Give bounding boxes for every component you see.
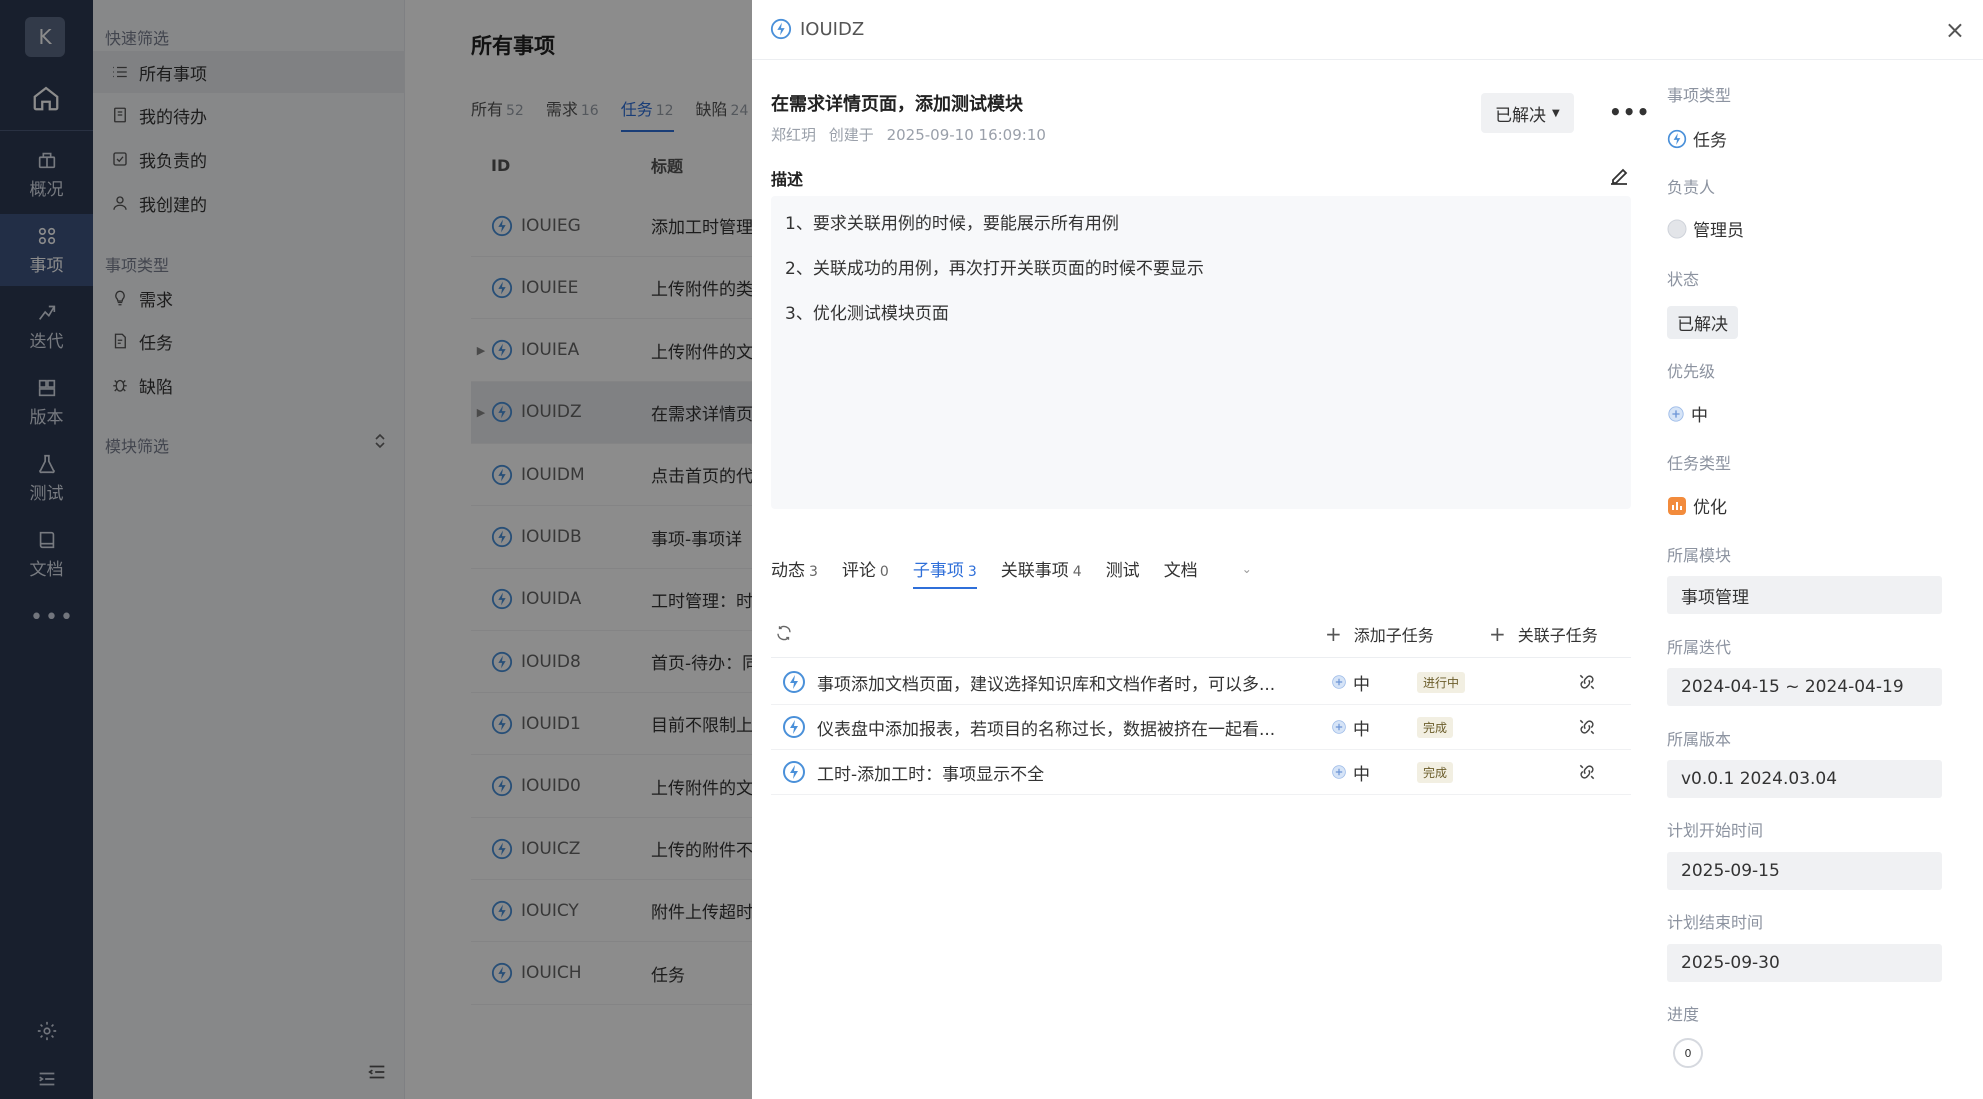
sub-issue-priority[interactable]: 中	[1317, 670, 1417, 695]
task-icon-cell	[771, 760, 817, 784]
sub-issue-row[interactable]: 事项添加文档页面，建议选择知识库和文档作者时，可以多... 中 进行中	[771, 660, 1631, 705]
unlink-icon[interactable]	[1557, 762, 1617, 782]
priority-label: 优先级	[1667, 362, 1716, 381]
detail-main: 在需求详情页面，添加测试模块 郑红玥 创建于 2025-09-10 16:09:…	[771, 60, 1649, 1099]
chevron-down-icon[interactable]: ⌄	[1242, 562, 1252, 576]
created-label: 创建于	[828, 126, 874, 144]
overlay-mask[interactable]	[0, 0, 752, 1099]
plan-start-label: 计划开始时间	[1667, 821, 1764, 840]
tab-comments[interactable]: 评论 0	[842, 556, 889, 581]
description-label: 描述	[771, 170, 804, 189]
tab-linked-issues[interactable]: 关联事项 4	[1001, 556, 1082, 581]
status-label: 状态	[1667, 270, 1700, 289]
tab-sub-issues[interactable]: 子事项 3	[912, 556, 977, 589]
author: 郑红玥	[771, 126, 817, 144]
type-label: 事项类型	[1667, 86, 1732, 105]
avatar	[1667, 219, 1687, 238]
tab-test[interactable]: 测试	[1106, 556, 1140, 581]
sub-issue-title[interactable]: 仪表盘中添加报表，若项目的名称过长，数据被挤在一起看...	[817, 715, 1317, 740]
sub-issue-title[interactable]: 事项添加文档页面，建议选择知识库和文档作者时，可以多...	[817, 670, 1317, 695]
drawer-header: IOUIDZ ×	[752, 0, 1983, 60]
description-content[interactable]: 1、要求关联用例的时候，要能展示所有用例 2、关联成功的用例，再次打开关联页面的…	[771, 196, 1631, 509]
drawer-issue-id: IOUIDZ	[770, 18, 864, 40]
plus-icon: +	[1489, 622, 1506, 646]
link-child-task-button[interactable]: + 关联子任务	[1489, 622, 1598, 646]
task-icon	[783, 761, 805, 783]
task-icon-cell	[771, 715, 817, 739]
sub-issue-status[interactable]: 完成	[1417, 761, 1557, 783]
sub-issue-title[interactable]: 工时-添加工时：事项显示不全	[817, 760, 1317, 785]
tab-activity[interactable]: 动态 3	[771, 556, 818, 581]
refresh-icon[interactable]	[775, 624, 793, 646]
add-child-task-button[interactable]: + 添加子任务	[1325, 622, 1434, 646]
attribute-panel: 事项类型 任务 负责人 管理员 状态 已解决 优先级 中 任务类型 优化 所属模…	[1667, 60, 1967, 1099]
issue-title[interactable]: 在需求详情页面，添加测试模块	[771, 90, 1023, 116]
optimize-icon	[1668, 496, 1686, 515]
tab-docs[interactable]: 文档	[1164, 556, 1198, 581]
sprint-label: 所属迭代	[1667, 638, 1732, 657]
sprint-field[interactable]: 2024-04-15 ~ 2024-04-19	[1667, 668, 1942, 706]
priority-icon	[1332, 765, 1346, 779]
sub-issue-priority[interactable]: 中	[1317, 760, 1417, 785]
task-icon	[783, 716, 805, 738]
created-at: 2025-09-10 16:09:10	[886, 126, 1046, 144]
sub-issue-status[interactable]: 进行中	[1417, 671, 1557, 693]
plan-end-label: 计划结束时间	[1667, 913, 1764, 932]
unlink-icon[interactable]	[1557, 717, 1617, 737]
task-icon	[1667, 129, 1687, 148]
task-icon-cell	[771, 670, 817, 694]
type-value[interactable]: 任务	[1667, 126, 1727, 151]
task-icon	[770, 18, 792, 40]
description-line: 3、优化测试模块页面	[785, 304, 949, 324]
sub-issue-toolbar: + 添加子任务 + 关联子任务	[771, 608, 1631, 658]
progress-ring[interactable]: 0	[1673, 1038, 1703, 1068]
unlink-icon[interactable]	[1557, 672, 1617, 692]
detail-tabs: 动态 3 评论 0 子事项 3 关联事项 4 测试 文档 ⌄	[771, 556, 1252, 589]
owner-label: 负责人	[1667, 178, 1716, 197]
version-field[interactable]: v0.0.1 2024.03.04	[1667, 760, 1942, 798]
status-value: 已解决	[1495, 105, 1546, 126]
description-line: 1、要求关联用例的时候，要能展示所有用例	[785, 214, 1119, 234]
sub-issue-status[interactable]: 完成	[1417, 716, 1557, 738]
priority-icon	[1332, 675, 1346, 689]
module-field[interactable]: 事项管理	[1667, 576, 1942, 614]
version-label: 所属版本	[1667, 730, 1732, 749]
module-label: 所属模块	[1667, 546, 1732, 565]
edit-icon[interactable]	[1607, 164, 1631, 192]
issue-id-text: IOUIDZ	[800, 18, 865, 40]
issue-meta: 郑红玥 创建于 2025-09-10 16:09:10	[771, 124, 1046, 145]
task-icon	[783, 671, 805, 693]
sub-issue-row[interactable]: 工时-添加工时：事项显示不全 中 完成	[771, 750, 1631, 795]
description-line: 2、关联成功的用例，再次打开关联页面的时候不要显示	[785, 259, 1204, 279]
priority-value[interactable]: 中	[1667, 401, 1708, 426]
close-icon[interactable]: ×	[1945, 16, 1965, 44]
status-dropdown[interactable]: 已解决 ▼	[1481, 93, 1574, 133]
chevron-down-icon: ▼	[1552, 107, 1560, 119]
priority-icon	[1668, 405, 1684, 422]
plus-icon: +	[1325, 622, 1342, 646]
priority-icon	[1332, 720, 1346, 734]
plan-end-field[interactable]: 2025-09-30	[1667, 944, 1942, 982]
progress-label: 进度	[1667, 1005, 1700, 1024]
owner-value[interactable]: 管理员	[1667, 216, 1744, 241]
sub-issue-priority[interactable]: 中	[1317, 715, 1417, 740]
plan-start-field[interactable]: 2025-09-15	[1667, 852, 1942, 890]
sub-issue-row[interactable]: 仪表盘中添加报表，若项目的名称过长，数据被挤在一起看... 中 完成	[771, 705, 1631, 750]
task-type-value[interactable]: 优化	[1667, 493, 1727, 518]
status-value[interactable]: 已解决	[1667, 306, 1738, 339]
issue-detail-drawer: IOUIDZ × 在需求详情页面，添加测试模块 郑红玥 创建于 2025-09-…	[752, 0, 1983, 1099]
task-type-label: 任务类型	[1667, 454, 1732, 473]
more-actions-icon[interactable]: •••	[1609, 100, 1650, 124]
